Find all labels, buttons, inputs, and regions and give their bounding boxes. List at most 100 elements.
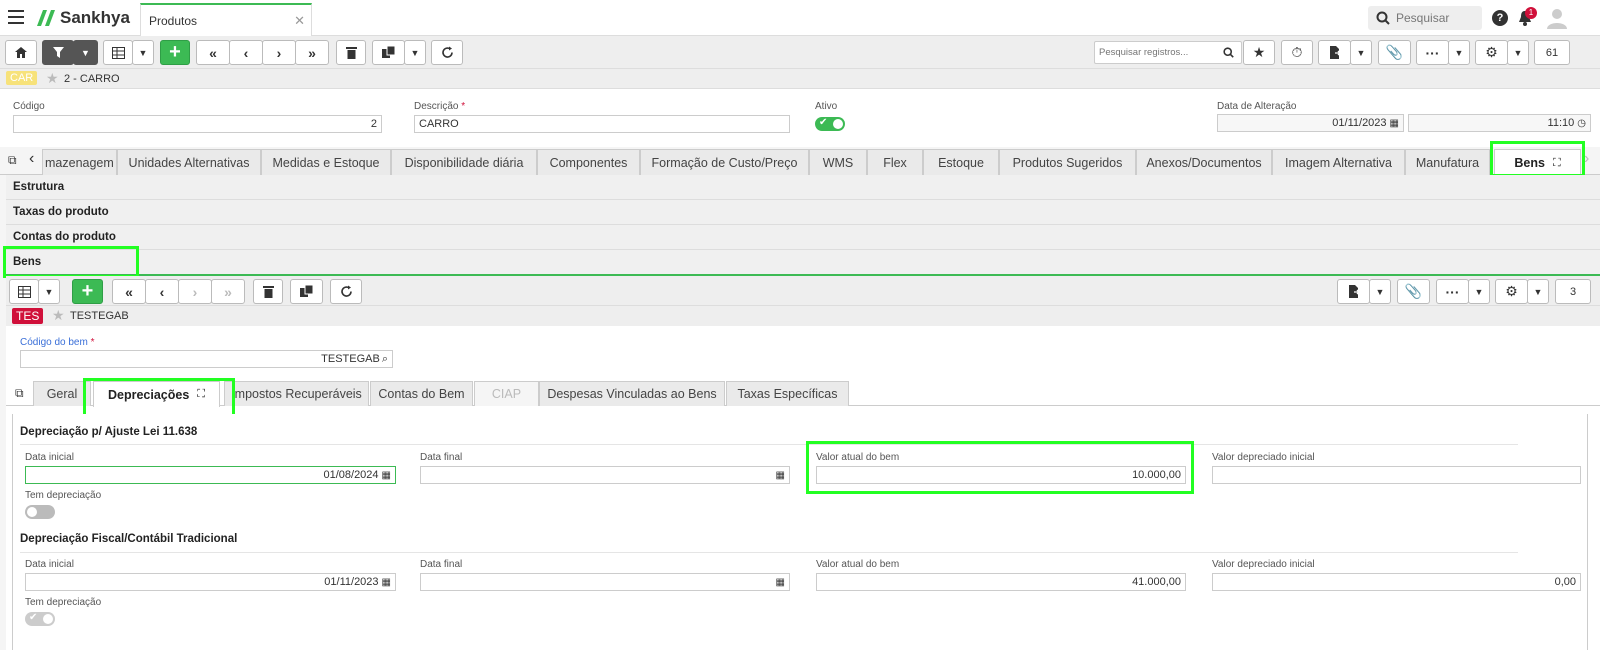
ativo-toggle[interactable]: ✔ <box>815 117 845 131</box>
tab-anexos-documentos[interactable]: Anexos/Documentos <box>1136 149 1272 175</box>
calendar-icon[interactable]: ▦ <box>382 470 391 481</box>
dep2-valor-dep-field[interactable]: 0,00 <box>1212 573 1581 591</box>
sub-prev-record-button[interactable]: ‹ <box>145 279 179 304</box>
sub-grid-view-button[interactable] <box>9 279 39 304</box>
timer-button[interactable]: ⏱ <box>1281 40 1313 65</box>
dep1-data-final-field[interactable]: ▦ <box>420 466 790 484</box>
subtab-contas-bem[interactable]: Contas do Bem <box>370 381 473 406</box>
expand-icon[interactable]: ⛶ <box>1553 157 1561 170</box>
tabs-scroll-left-icon[interactable]: ‹ <box>29 150 34 168</box>
attach-button[interactable]: 📎 <box>1378 40 1411 65</box>
export-button[interactable] <box>1318 40 1351 65</box>
tab-armazenagem[interactable]: mazenagem <box>42 149 117 175</box>
copy-button[interactable] <box>372 40 405 65</box>
calendar-icon[interactable]: ▦ <box>776 577 785 588</box>
tab-bens[interactable]: Bens ⛶ <box>1494 149 1581 176</box>
tab-flex[interactable]: Flex <box>867 149 923 175</box>
sub-refresh-button[interactable] <box>330 279 362 304</box>
tab-imagem-alternativa[interactable]: Imagem Alternativa <box>1272 149 1405 175</box>
tab-produtos[interactable]: Produtos ✕ <box>140 3 312 36</box>
section-taxas-produto[interactable]: Taxas do produto <box>6 200 1600 225</box>
sub-add-button[interactable]: + <box>72 279 103 304</box>
subtab-geral[interactable]: Geral <box>33 381 91 406</box>
dep1-valor-atual-field[interactable]: 10.000,00 <box>816 466 1186 484</box>
records-search-input[interactable] <box>1099 47 1223 58</box>
section-contas-produto[interactable]: Contas do produto <box>6 225 1600 250</box>
tab-estoque[interactable]: Estoque <box>923 149 999 175</box>
global-search[interactable]: Pesquisar <box>1368 6 1482 30</box>
more-dropdown-button[interactable]: ▼ <box>1448 40 1470 65</box>
descricao-field[interactable]: CARRO <box>414 115 790 133</box>
dep1-data-inicial-field[interactable]: 01/08/2024 ▦ <box>25 466 396 484</box>
more-button[interactable]: ··· <box>1416 40 1449 65</box>
subtab-impostos-recuperaveis[interactable]: Impostos Recuperáveis <box>224 381 369 406</box>
grid-view-button[interactable] <box>103 40 133 65</box>
first-record-button[interactable]: « <box>196 40 230 65</box>
star-icon[interactable]: ★ <box>46 70 59 87</box>
help-icon[interactable]: ? <box>1492 10 1508 26</box>
tabs-scroll-right-icon[interactable]: › <box>1584 150 1589 168</box>
dep2-data-final-field[interactable]: ▦ <box>420 573 790 591</box>
tab-medidas-estoque[interactable]: Medidas e Estoque <box>261 149 391 175</box>
dep2-valor-atual-field[interactable]: 41.000,00 <box>816 573 1186 591</box>
calendar-icon[interactable]: ▦ <box>776 470 785 481</box>
codigo-field[interactable]: 2 <box>13 115 382 133</box>
settings-dropdown-button[interactable]: ▼ <box>1507 40 1529 65</box>
filter-dropdown-button[interactable]: ▼ <box>73 40 98 65</box>
sub-grid-dropdown-button[interactable]: ▼ <box>38 279 60 304</box>
refresh-button[interactable] <box>431 40 463 65</box>
sub-first-record-button[interactable]: « <box>112 279 146 304</box>
dep2-tem-dep-toggle[interactable]: ✔ <box>25 612 55 626</box>
favorite-button[interactable]: ★ <box>1243 40 1275 65</box>
dep2-data-inicial-field[interactable]: 01/11/2023 ▦ <box>25 573 396 591</box>
sub-export-dropdown-button[interactable]: ▼ <box>1369 279 1391 304</box>
close-icon[interactable]: ✕ <box>294 13 305 29</box>
sub-delete-button[interactable] <box>253 279 283 304</box>
tab-formacao-custo-preco[interactable]: Formação de Custo/Preço <box>640 149 809 175</box>
sub-copy-button[interactable] <box>290 279 323 304</box>
tab-disponibilidade-diaria[interactable]: Disponibilidade diária <box>391 149 537 175</box>
last-record-button[interactable]: » <box>295 40 329 65</box>
copy-tab-icon[interactable]: ⧉ <box>8 153 17 168</box>
sub-settings-dropdown-button[interactable]: ▼ <box>1527 279 1549 304</box>
add-button[interactable]: + <box>160 40 190 65</box>
tab-wms[interactable]: WMS <box>809 149 867 175</box>
sub-export-button[interactable] <box>1337 279 1370 304</box>
sub-next-record-button[interactable]: › <box>178 279 212 304</box>
tab-unidades-alternativas[interactable]: Unidades Alternativas <box>117 149 261 175</box>
sub-settings-button[interactable]: ⚙ <box>1495 279 1528 304</box>
subtab-taxas-especificas[interactable]: Taxas Específicas <box>726 381 849 406</box>
section-bens[interactable]: Bens <box>6 250 1600 276</box>
export-dropdown-button[interactable]: ▼ <box>1350 40 1372 65</box>
star-icon[interactable]: ★ <box>52 307 65 324</box>
sub-more-button[interactable]: ··· <box>1436 279 1469 304</box>
dep1-valor-dep-field[interactable] <box>1212 466 1581 484</box>
expand-icon[interactable]: ⛶ <box>197 388 205 401</box>
tab-manufatura[interactable]: Manufatura <box>1405 149 1490 175</box>
copy-tab-icon[interactable]: ⧉ <box>15 386 24 401</box>
tab-produtos-sugeridos[interactable]: Produtos Sugeridos <box>999 149 1136 175</box>
copy-dropdown-button[interactable]: ▼ <box>404 40 426 65</box>
grid-dropdown-button[interactable]: ▼ <box>132 40 154 65</box>
section-estrutura[interactable]: Estrutura <box>6 175 1600 200</box>
records-search[interactable] <box>1094 41 1242 64</box>
calendar-icon[interactable]: ▦ <box>382 577 391 588</box>
sub-last-record-button[interactable]: » <box>211 279 245 304</box>
dep1-tem-dep-toggle[interactable] <box>25 505 55 519</box>
prev-record-button[interactable]: ‹ <box>229 40 263 65</box>
settings-button[interactable]: ⚙ <box>1475 40 1508 65</box>
filter-button[interactable] <box>42 40 74 65</box>
search-icon[interactable]: ⌕ <box>382 353 388 366</box>
codigo-bem-field[interactable]: TESTEGAB ⌕ <box>20 350 393 368</box>
home-button[interactable] <box>5 40 37 65</box>
delete-button[interactable] <box>336 40 366 65</box>
subtab-depreciacoes[interactable]: Depreciações ⛶ <box>93 381 220 407</box>
hamburger-menu-icon[interactable] <box>8 10 24 24</box>
subtab-despesas-vinculadas[interactable]: Despesas Vinculadas ao Bens <box>539 381 725 406</box>
sub-attach-button[interactable]: 📎 <box>1397 279 1430 304</box>
next-record-button[interactable]: › <box>262 40 296 65</box>
required-asterisk: * <box>461 101 466 112</box>
tab-componentes[interactable]: Componentes <box>537 149 640 175</box>
user-avatar-icon[interactable] <box>1546 7 1568 29</box>
sub-more-dropdown-button[interactable]: ▼ <box>1468 279 1490 304</box>
